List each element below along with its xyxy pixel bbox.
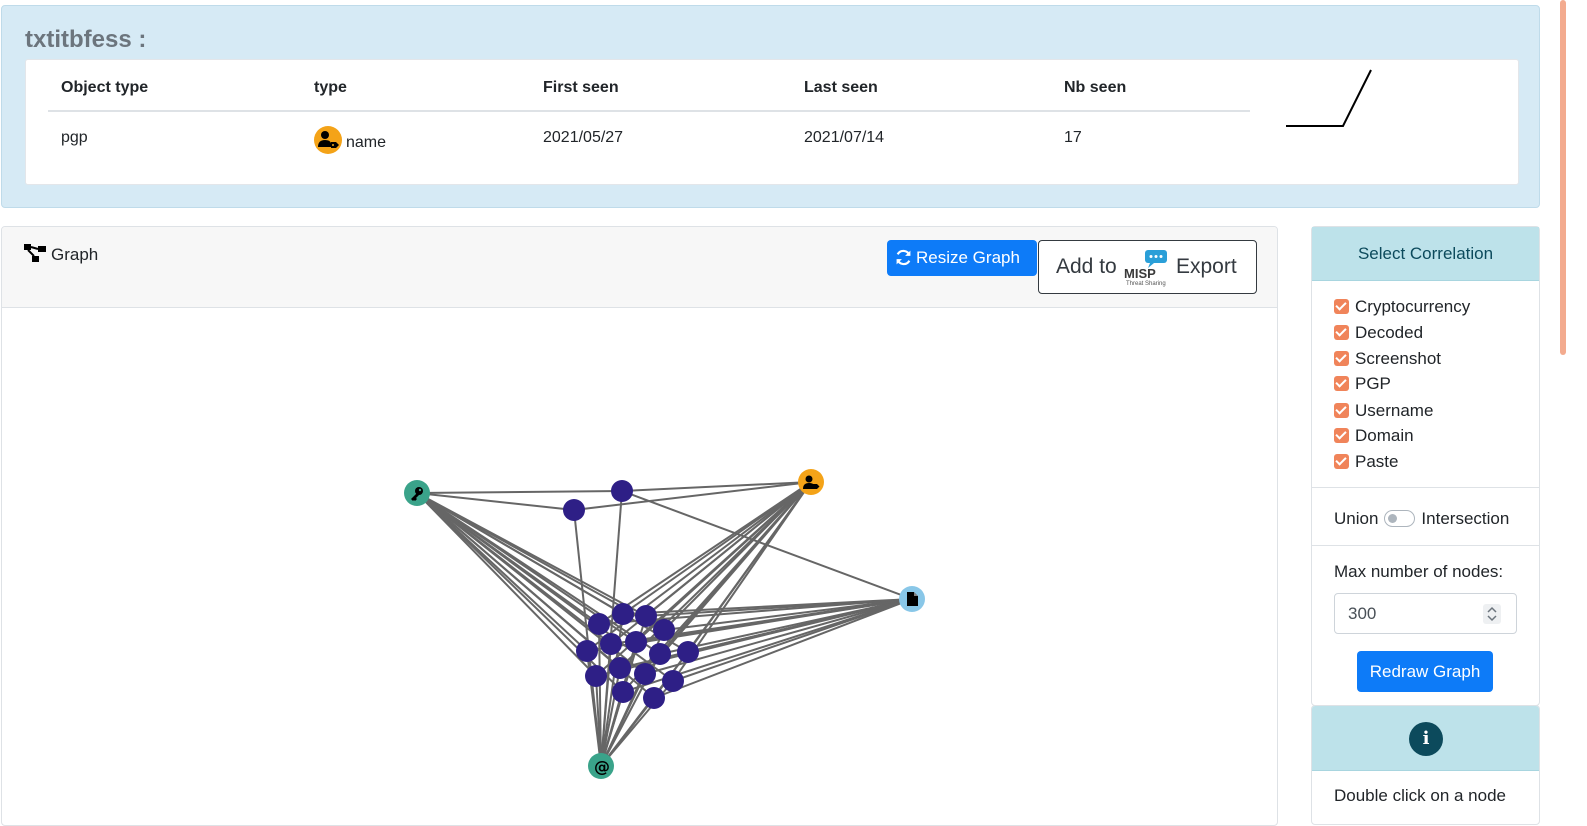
object-summary-card: txtitbfess : Object type type First seen… bbox=[1, 5, 1540, 208]
graph-edge bbox=[416, 492, 689, 653]
divider bbox=[1312, 487, 1539, 488]
header-last-seen: Last seen bbox=[804, 79, 878, 96]
graph-title: Graph bbox=[24, 244, 98, 265]
add-to-misp-export-button[interactable]: Add to MISP Threat Sharing Export bbox=[1038, 240, 1257, 294]
checkbox-checked-icon[interactable] bbox=[1334, 454, 1349, 469]
graph-node[interactable] bbox=[653, 619, 675, 641]
svg-text:@: @ bbox=[594, 757, 610, 776]
graph-edge bbox=[573, 509, 602, 767]
graph-node[interactable] bbox=[635, 605, 657, 627]
graph-node[interactable] bbox=[677, 641, 699, 663]
graph-node[interactable] bbox=[576, 640, 598, 662]
checkbox-checked-icon[interactable] bbox=[1334, 376, 1349, 391]
misp-logo: MISP Threat Sharing bbox=[1124, 250, 1167, 287]
correlation-graph[interactable]: @ bbox=[2, 308, 1278, 826]
graph-node[interactable] bbox=[612, 681, 634, 703]
info-icon: i bbox=[1409, 722, 1443, 756]
max-nodes-label: Max number of nodes: bbox=[1334, 562, 1504, 581]
graph-title-label: Graph bbox=[51, 245, 99, 264]
table-row: pgp name 2021/05/27 2021/07/14 17 bbox=[48, 112, 1250, 168]
checkbox-label: Cryptocurrency bbox=[1355, 297, 1471, 316]
misp-add-label: Add to bbox=[1056, 255, 1117, 278]
checkbox-paste[interactable]: Paste bbox=[1334, 452, 1398, 474]
intersection-label: Intersection bbox=[1421, 509, 1510, 528]
checkbox-cryptocurrency[interactable]: Cryptocurrency bbox=[1334, 297, 1470, 319]
header-first-seen: First seen bbox=[543, 79, 619, 96]
info-card: i Double click on a node bbox=[1311, 705, 1540, 825]
table-header-row: Object type type First seen Last seen Nb… bbox=[48, 60, 1250, 112]
project-diagram-icon bbox=[24, 244, 46, 262]
resize-graph-label: Resize Graph bbox=[916, 248, 1020, 267]
union-intersection-toggle[interactable] bbox=[1384, 510, 1416, 527]
object-table: Object type type First seen Last seen Nb… bbox=[48, 60, 1250, 168]
graph-edge bbox=[416, 490, 623, 494]
graph-node[interactable] bbox=[634, 663, 656, 685]
checkbox-label: Screenshot bbox=[1355, 349, 1441, 368]
graph-node[interactable] bbox=[625, 631, 647, 653]
divider bbox=[1312, 545, 1539, 546]
object-table-card: Object type type First seen Last seen Nb… bbox=[25, 59, 1519, 185]
header-nb-seen: Nb seen bbox=[1064, 79, 1127, 96]
at-icon: @ bbox=[594, 757, 610, 776]
header-object-type: Object type bbox=[61, 79, 149, 96]
checkbox-checked-icon[interactable] bbox=[1334, 403, 1349, 418]
checkbox-label: PGP bbox=[1355, 374, 1391, 393]
number-spinner-icon[interactable] bbox=[1483, 604, 1501, 624]
checkbox-checked-icon[interactable] bbox=[1334, 299, 1349, 314]
graph-node[interactable] bbox=[588, 613, 610, 635]
graph-node[interactable] bbox=[643, 687, 665, 709]
cell-first-seen: 2021/05/27 bbox=[543, 129, 624, 146]
graph-node[interactable] bbox=[585, 665, 607, 687]
checkbox-label: Decoded bbox=[1355, 323, 1424, 342]
checkbox-label: Username bbox=[1355, 401, 1434, 420]
graph-edge bbox=[416, 492, 597, 677]
header-type: type bbox=[314, 79, 347, 96]
user-tag-icon bbox=[314, 126, 342, 154]
graph-edge bbox=[416, 492, 624, 693]
cell-nb-seen: 17 bbox=[1064, 129, 1082, 146]
graph-node[interactable] bbox=[563, 499, 585, 521]
info-header: i bbox=[1312, 706, 1539, 771]
cell-object-type: pgp bbox=[61, 129, 88, 146]
graph-edge bbox=[416, 492, 661, 655]
graph-header: Graph Resize Graph Add to MISP Threat Sh… bbox=[2, 227, 1277, 308]
checkbox-label: Paste bbox=[1355, 452, 1399, 471]
select-correlation-title: Select Correlation bbox=[1312, 227, 1539, 281]
checkbox-decoded[interactable]: Decoded bbox=[1334, 323, 1423, 345]
graph-card: Graph Resize Graph Add to MISP Threat Sh… bbox=[1, 226, 1278, 826]
graph-edge bbox=[621, 481, 812, 492]
checkbox-checked-icon[interactable] bbox=[1334, 325, 1349, 340]
misp-logo-subtext: Threat Sharing bbox=[1126, 281, 1166, 287]
graph-node[interactable] bbox=[611, 480, 633, 502]
cell-last-seen: 2021/07/14 bbox=[804, 129, 885, 146]
graph-node[interactable] bbox=[612, 603, 634, 625]
checkbox-username[interactable]: Username bbox=[1334, 401, 1433, 423]
info-text: Double click on a node bbox=[1334, 786, 1507, 805]
cell-type: name bbox=[314, 126, 387, 157]
misp-logo-text: MISP bbox=[1124, 266, 1156, 281]
graph-node[interactable] bbox=[662, 670, 684, 692]
checkbox-domain[interactable]: Domain bbox=[1334, 426, 1414, 448]
union-intersection-switch-row: Union Intersection bbox=[1334, 509, 1509, 529]
graph-edge bbox=[621, 490, 913, 600]
checkbox-screenshot[interactable]: Screenshot bbox=[1334, 349, 1441, 371]
graph-node[interactable] bbox=[649, 643, 671, 665]
sync-icon bbox=[896, 249, 911, 266]
page-title: txtitbfess : bbox=[25, 26, 147, 53]
cell-type-label: name bbox=[346, 134, 387, 152]
select-correlation-card: Select Correlation Cryptocurrency Decode… bbox=[1311, 226, 1540, 706]
union-label: Union bbox=[1334, 509, 1379, 528]
checkbox-label: Domain bbox=[1355, 426, 1414, 445]
checkbox-checked-icon[interactable] bbox=[1334, 428, 1349, 443]
page-scrollbar[interactable] bbox=[1560, 0, 1566, 355]
checkbox-checked-icon[interactable] bbox=[1334, 351, 1349, 366]
misp-export-label: Export bbox=[1176, 255, 1237, 278]
graph-hub-node[interactable] bbox=[798, 469, 824, 495]
resize-graph-button[interactable]: Resize Graph bbox=[887, 240, 1037, 276]
checkbox-pgp[interactable]: PGP bbox=[1334, 374, 1391, 396]
graph-node[interactable] bbox=[609, 657, 631, 679]
activity-sparkline bbox=[1286, 69, 1372, 127]
graph-node[interactable] bbox=[600, 633, 622, 655]
redraw-graph-button[interactable]: Redraw Graph bbox=[1357, 651, 1493, 692]
